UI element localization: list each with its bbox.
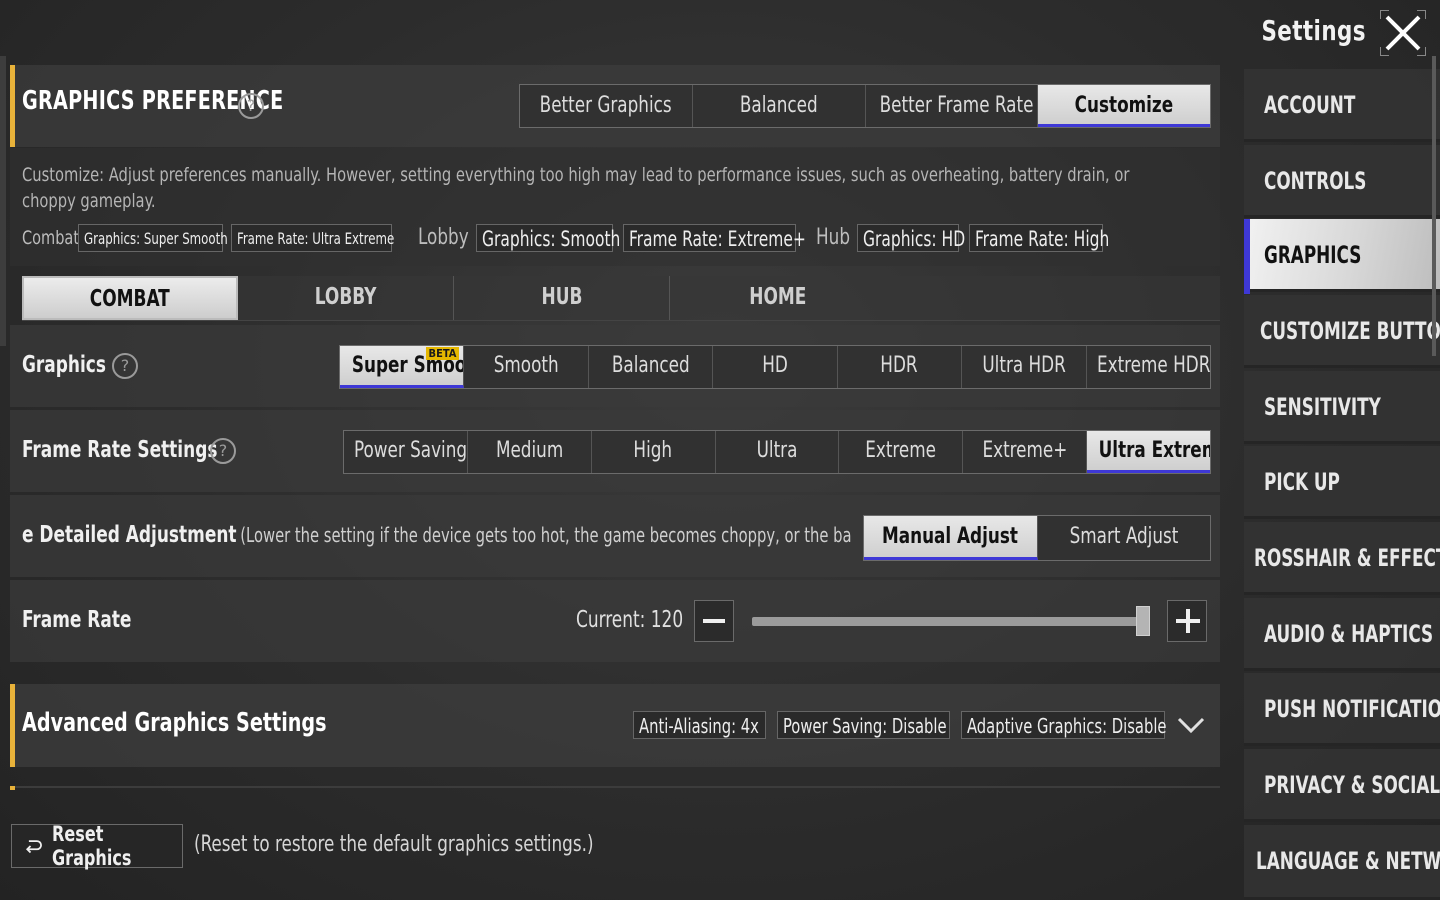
tab-combat[interactable]: COMBAT xyxy=(22,276,238,320)
detailed-adjustment-note: (Lower the setting if the device gets to… xyxy=(240,523,852,547)
tab-home[interactable]: HOME xyxy=(670,276,886,320)
page-title: Settings xyxy=(1261,14,1366,47)
decrease-button[interactable] xyxy=(694,600,734,642)
accent-bar xyxy=(10,684,15,767)
option-customize[interactable]: Customize xyxy=(1038,85,1210,127)
reset-graphics-button[interactable]: Reset Graphics xyxy=(11,822,183,870)
option-smooth[interactable]: Smooth xyxy=(464,346,589,388)
beta-badge: BETA xyxy=(425,347,460,360)
option-hdr[interactable]: HDR xyxy=(838,346,963,388)
option-extreme[interactable]: Extreme xyxy=(839,431,964,473)
frame-rate-label: Frame Rate xyxy=(22,607,132,633)
frame-rate-selector: Power Saving Medium High Ultra Extreme E… xyxy=(343,430,1211,474)
sidebar-item-audio-haptics[interactable]: AUDIO & HAPTICS xyxy=(1244,598,1440,671)
lobby-graphics-tag: Graphics: Smooth xyxy=(476,224,620,252)
option-ultra[interactable]: Ultra xyxy=(716,431,840,473)
tab-lobby[interactable]: LOBBY xyxy=(238,276,454,320)
scroll-track[interactable] xyxy=(0,56,6,346)
divider xyxy=(10,786,1220,788)
frame-rate-slider[interactable] xyxy=(752,617,1144,626)
close-button[interactable] xyxy=(1380,10,1426,56)
anti-aliasing-tag: Anti-Aliasing: 4x xyxy=(633,711,766,739)
preference-description: Customize: Adjust preferences manually. … xyxy=(22,164,1130,212)
reset-note: (Reset to restore the default graphics s… xyxy=(194,832,594,857)
sidebar-item-crosshair-effects[interactable]: ROSSHAIR & EFFECTS xyxy=(1244,522,1440,595)
adjust-mode-selector: Manual Adjust Smart Adjust xyxy=(863,515,1211,561)
option-extreme-plus[interactable]: Extreme+ xyxy=(963,431,1088,473)
minus-icon xyxy=(703,619,725,623)
sidebar-item-sensitivity[interactable]: SENSITIVITY xyxy=(1244,371,1440,444)
detailed-adjustment-label: e Detailed Adjustment xyxy=(22,522,237,548)
option-extreme-hdr[interactable]: Extreme HDR xyxy=(1087,346,1210,388)
advanced-graphics-title: Advanced Graphics Settings xyxy=(22,708,327,738)
lobby-framerate-tag: Frame Rate: Extreme+ xyxy=(623,224,806,252)
option-better-frame-rate[interactable]: Better Frame Rate xyxy=(866,85,1039,127)
hub-graphics-tag: Graphics: HD xyxy=(857,224,965,252)
accent-bar xyxy=(10,65,15,147)
reset-graphics-label: Reset Graphics xyxy=(51,822,131,870)
help-icon[interactable]: ? xyxy=(112,353,138,379)
combat-framerate-tag: Frame Rate: Ultra Extreme xyxy=(231,224,394,252)
chevron-down-icon[interactable] xyxy=(1176,712,1206,738)
graphics-label: Graphics xyxy=(22,352,106,378)
option-ultra-extreme[interactable]: Ultra Extreme xyxy=(1087,431,1211,473)
slider-handle[interactable] xyxy=(1136,606,1150,636)
sidebar-item-controls[interactable]: CONTROLS xyxy=(1244,145,1440,218)
sidebar-item-privacy-social[interactable]: PRIVACY & SOCIAL xyxy=(1244,749,1440,822)
option-manual-adjust[interactable]: Manual Adjust xyxy=(864,516,1038,560)
combat-graphics-tag: Graphics: Super Smooth xyxy=(78,224,228,252)
power-saving-tag: Power Saving: Disable xyxy=(777,711,950,739)
frame-rate-current: Current: 120 xyxy=(576,607,684,633)
reset-icon xyxy=(25,840,42,854)
option-ultra-hdr[interactable]: Ultra HDR xyxy=(962,346,1087,388)
option-medium[interactable]: Medium xyxy=(468,431,592,473)
tab-hub[interactable]: HUB xyxy=(454,276,670,320)
sidebar-item-push-notification[interactable]: PUSH NOTIFICATION xyxy=(1244,673,1440,746)
option-smart-adjust[interactable]: Smart Adjust xyxy=(1038,516,1211,560)
sidebar-scrollbar[interactable] xyxy=(1432,56,1436,356)
accent-bar xyxy=(10,786,15,790)
plus-icon xyxy=(1176,609,1200,633)
settings-sidebar: ACCOUNT CONTROLS GRAPHICS CUSTOMIZE BUTT… xyxy=(1244,69,1440,900)
sidebar-item-account[interactable]: ACCOUNT xyxy=(1244,69,1440,142)
hub-framerate-tag: Frame Rate: High xyxy=(969,224,1109,252)
sidebar-item-customize-button[interactable]: CUSTOMIZE BUTTON xyxy=(1244,295,1440,368)
close-icon xyxy=(1385,15,1421,51)
option-balanced[interactable]: Balanced xyxy=(693,85,866,127)
help-icon[interactable]: ? xyxy=(210,438,236,464)
mode-tabs: COMBAT LOBBY HUB HOME xyxy=(22,276,1220,321)
option-super-smooth[interactable]: Super Smooth BETA xyxy=(340,346,465,388)
increase-button[interactable] xyxy=(1167,600,1207,642)
option-high[interactable]: High xyxy=(592,431,716,473)
lobby-summary-label: Lobby xyxy=(418,225,469,250)
graphics-preference-selector: Better Graphics Balanced Better Frame Ra… xyxy=(519,84,1211,128)
sidebar-item-language-network[interactable]: LANGUAGE & NETWORK xyxy=(1244,825,1440,900)
graphics-quality-selector: Super Smooth BETA Smooth Balanced HD HDR… xyxy=(339,345,1211,389)
sidebar-item-graphics[interactable]: GRAPHICS xyxy=(1244,219,1440,292)
detailed-adjustment-text: e Detailed Adjustment (Lower the setting… xyxy=(22,522,852,556)
option-hd[interactable]: HD xyxy=(713,346,838,388)
option-better-graphics[interactable]: Better Graphics xyxy=(520,85,693,127)
selected-indicator xyxy=(1244,219,1250,294)
adaptive-graphics-tag: Adaptive Graphics: Disable xyxy=(961,711,1167,739)
option-power-saving[interactable]: Power Saving xyxy=(344,431,468,473)
help-icon[interactable]: ? xyxy=(238,93,264,119)
sidebar-item-pick-up[interactable]: PICK UP xyxy=(1244,446,1440,519)
option-balanced[interactable]: Balanced xyxy=(589,346,714,388)
hub-summary-label: Hub xyxy=(816,225,851,250)
